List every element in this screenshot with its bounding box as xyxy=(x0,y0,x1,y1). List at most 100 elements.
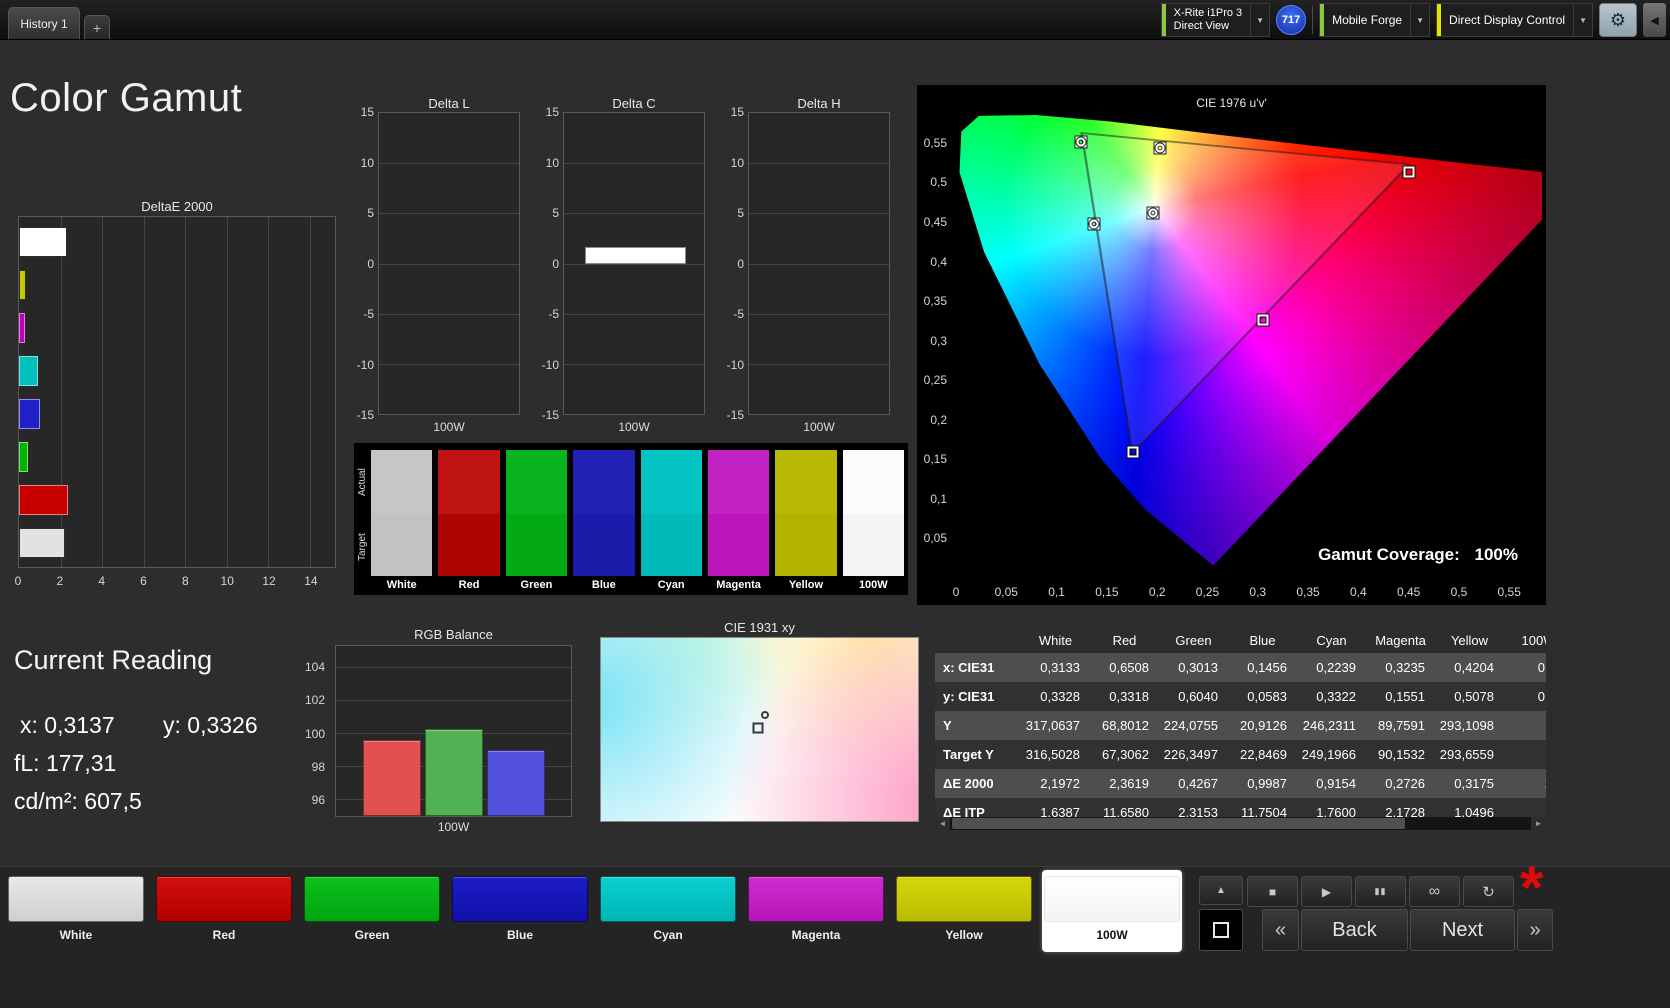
scroll-right-button[interactable]: ► xyxy=(1531,817,1546,830)
swatch-label: Cyan xyxy=(657,578,685,591)
swatch-actual xyxy=(573,450,635,514)
y-tick-label: 5 xyxy=(737,206,744,220)
chevron-down-icon[interactable]: ▼ xyxy=(1250,4,1269,36)
target-marker-red xyxy=(1403,166,1415,178)
table-cell: 68,8012 xyxy=(1102,718,1149,733)
table-row: ΔE 2000 2,1972 2,3619 0,4267 0,9987 0,9154 0,2… xyxy=(935,769,1546,798)
row-label: x: CIE31 xyxy=(943,660,995,675)
next-button[interactable]: Next xyxy=(1410,909,1515,951)
tab-history-1[interactable]: History 1 xyxy=(8,7,80,39)
pattern-button-100w[interactable]: 100W xyxy=(1042,870,1182,952)
pattern-window-button[interactable] xyxy=(1199,909,1243,951)
y-tick-label: -10 xyxy=(356,357,374,372)
refresh-button[interactable]: ↻ xyxy=(1463,876,1514,907)
scrollbar-track[interactable] xyxy=(950,817,1531,830)
delta-chart-delta-c: Delta C 15 10 5 0 -5 -10 -15 100W xyxy=(533,96,705,436)
y-tick-label: 0 xyxy=(552,256,559,271)
pattern-source-selector[interactable]: Mobile Forge ▼ xyxy=(1319,3,1431,37)
play-button[interactable]: ▶ xyxy=(1301,876,1352,907)
reading-fl: fL: 177,31 xyxy=(14,750,117,776)
table-cell: 60 xyxy=(1504,718,1546,733)
cie1976-x-axis: 0 0,05 0,1 0,15 0,2 0,25 0,3 0,35 0,4 0,45 0,5 0,55 xyxy=(953,585,1542,601)
y-tick-label: 0,4 xyxy=(930,254,947,269)
x-tick-label: 0 xyxy=(952,585,960,599)
pattern-button-green[interactable]: Green xyxy=(302,870,442,952)
gamut-triangle-outline xyxy=(1080,131,1412,456)
table-cell: 0,33 xyxy=(1537,689,1546,704)
y-tick-label: 5 xyxy=(367,206,374,220)
swatch-target xyxy=(505,514,568,576)
pattern-button-cyan[interactable]: Cyan xyxy=(598,870,738,952)
table-cell: 0,4204 xyxy=(1454,660,1494,675)
x-tick-label: 10 xyxy=(220,574,234,588)
y-tick-label: -15 xyxy=(541,408,559,422)
cie1976-y-axis: 0,55 0,5 0,45 0,4 0,35 0,3 0,25 0,2 0,15 0,1 0,05 xyxy=(917,115,953,578)
measurement-marker-circle xyxy=(761,710,770,719)
y-tick-label: 0 xyxy=(737,256,744,271)
scroll-left-button[interactable]: ◄ xyxy=(935,817,950,830)
target-marker-blue xyxy=(1127,446,1139,458)
rgb-balance-title: RGB Balance xyxy=(414,627,493,642)
deltae2000-x-axis: 0 2 4 6 8 10 12 14 xyxy=(15,574,336,590)
actual-marker-white xyxy=(1148,208,1158,218)
scrollbar-thumb[interactable] xyxy=(952,818,1406,829)
table-cell: 246,2311 xyxy=(1302,718,1356,733)
pattern-button-red[interactable]: Red xyxy=(154,870,294,952)
table-cell: 0,3235 xyxy=(1385,660,1425,675)
deltae-bar-cyan xyxy=(19,356,39,386)
chevron-down-icon[interactable]: ▼ xyxy=(1410,4,1429,36)
table-cell: 0,3175 xyxy=(1454,776,1494,791)
deltae-bar-white xyxy=(19,528,65,558)
top-bar-controls: X-Rite i1Pro 3 Direct View ▼ 717 Mobile … xyxy=(1160,3,1666,37)
table-row: Y 317,0637 68,8012 224,0755 20,9126 246,2311 8… xyxy=(935,711,1546,740)
table-cell: 0,4267 xyxy=(1178,776,1218,791)
y-tick-label: 15 xyxy=(730,105,744,119)
pattern-color-chip xyxy=(304,876,440,922)
swatch-blue: Blue xyxy=(573,450,635,593)
x-axis-label: 100W xyxy=(433,420,465,434)
chart-title: Delta L xyxy=(428,96,470,111)
y-tick-label: 0,1 xyxy=(930,491,947,506)
pattern-up-button[interactable]: ▲ xyxy=(1199,876,1243,905)
display-control-selector[interactable]: Direct Display Control ▼ xyxy=(1436,3,1593,37)
x-tick-label: 0 xyxy=(14,574,22,588)
add-tab-button[interactable]: + xyxy=(84,15,110,39)
actual-marker-green xyxy=(1076,137,1086,147)
table-cell: 249,1966 xyxy=(1301,747,1356,762)
swatch-actual xyxy=(842,450,904,514)
y-tick-label: 10 xyxy=(730,155,744,170)
actual-row-label: Actual xyxy=(357,468,368,496)
x-tick-label: 6 xyxy=(140,574,147,588)
pattern-button-magenta[interactable]: Magenta xyxy=(746,870,886,952)
pattern-button-white[interactable]: White xyxy=(6,870,146,952)
y-tick-label: -15 xyxy=(726,408,744,422)
table-cell: 224,0755 xyxy=(1163,718,1218,733)
settings-button[interactable]: ⚙ xyxy=(1599,3,1637,37)
source-accent-bar xyxy=(1320,4,1325,36)
y-tick-label: 0,35 xyxy=(923,294,947,309)
collapse-panel-button[interactable]: ◀ xyxy=(1643,3,1666,37)
y-tick-label: 0,55 xyxy=(923,135,947,150)
pattern-button-yellow[interactable]: Yellow xyxy=(894,870,1034,952)
pause-button[interactable]: ▮▮ xyxy=(1355,876,1406,907)
display-control-accent-bar xyxy=(1437,4,1442,36)
cie1976-panel: CIE 1976 u'v' 0,55 0,5 0,45 0,4 0,35 0,3 0,25 0… xyxy=(917,85,1546,605)
x-tick-label: 0,4 xyxy=(1349,585,1367,599)
y-tick-label: 0,15 xyxy=(923,452,947,467)
x-tick-label: 0,3 xyxy=(1249,585,1267,599)
swatch-target xyxy=(371,514,433,576)
continuous-measure-button[interactable]: ∞ xyxy=(1409,876,1460,907)
table-scrollbar[interactable]: ◄ ► xyxy=(935,817,1546,830)
y-tick-label: 0,05 xyxy=(923,531,947,546)
x-axis-label: 100W xyxy=(803,420,835,434)
cie1976-chart xyxy=(956,115,1542,578)
stop-button[interactable]: ■ xyxy=(1247,876,1298,907)
measurement-table: White Red Green Blue Cyan Magenta Yellow 100W x… xyxy=(935,627,1546,830)
pattern-color-chip xyxy=(600,876,736,922)
skip-back-button[interactable]: « xyxy=(1262,909,1299,951)
back-button[interactable]: Back xyxy=(1301,909,1408,951)
meter-selector[interactable]: X-Rite i1Pro 3 Direct View ▼ xyxy=(1160,3,1271,37)
chevron-down-icon[interactable]: ▼ xyxy=(1573,4,1592,36)
table-cell: 0,1456 xyxy=(1247,660,1287,675)
pattern-button-blue[interactable]: Blue xyxy=(450,870,590,952)
